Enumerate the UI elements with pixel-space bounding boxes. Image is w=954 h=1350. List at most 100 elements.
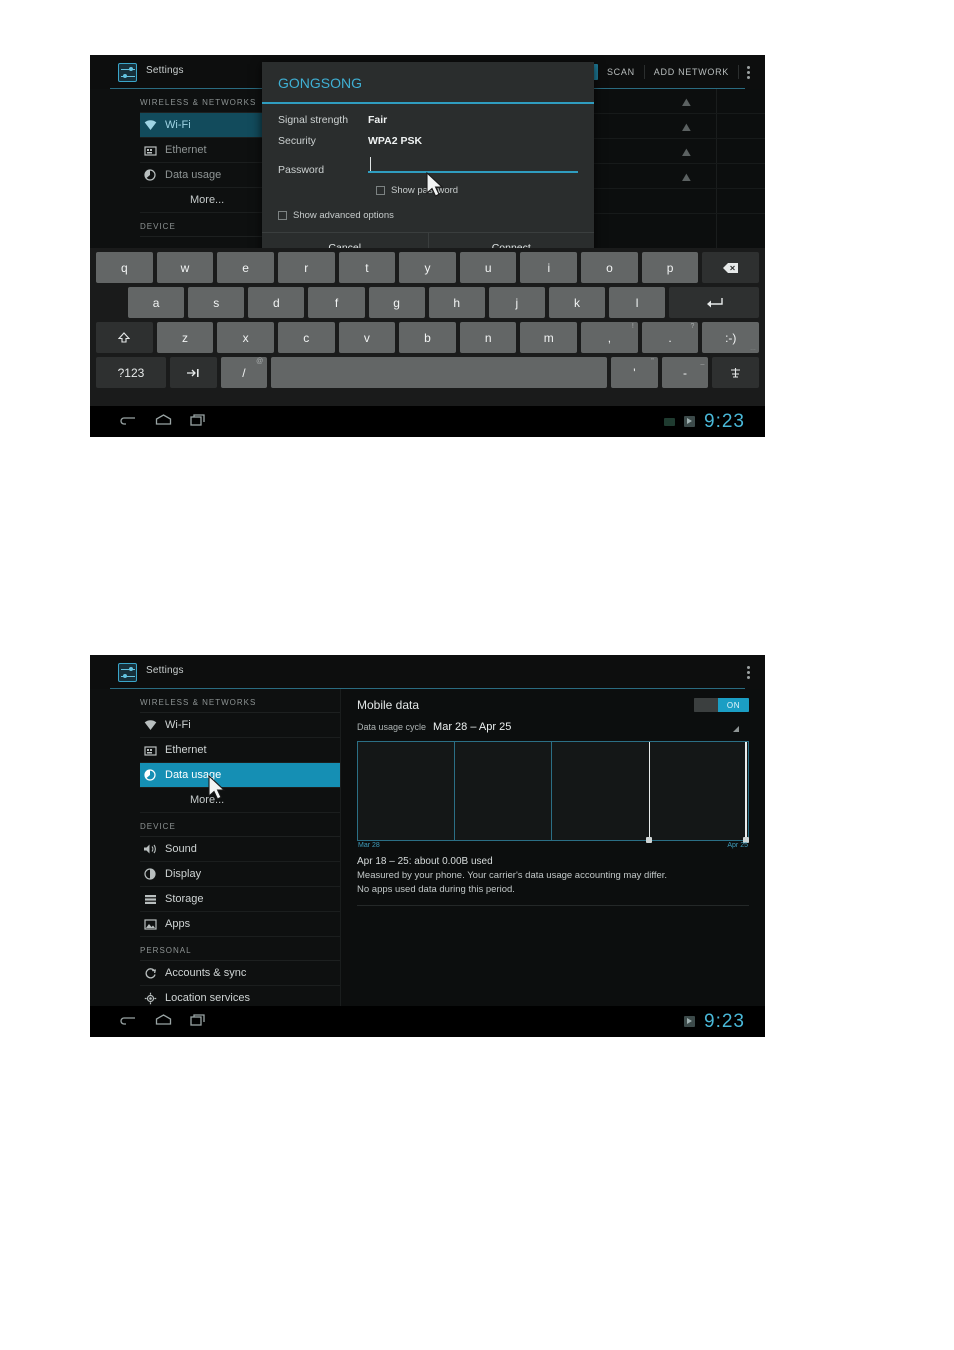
sidebar-item-sound[interactable]: Sound bbox=[140, 837, 340, 862]
back-icon[interactable] bbox=[120, 413, 137, 431]
status-clock: 9:23 bbox=[704, 410, 745, 432]
nav-buttons bbox=[90, 1013, 207, 1031]
home-icon[interactable] bbox=[155, 1013, 172, 1031]
sidebar-item-accounts-sync[interactable]: Accounts & sync bbox=[140, 961, 340, 986]
key-q[interactable]: q bbox=[96, 252, 153, 283]
data-usage-cycle-row[interactable]: Data usage cycle Mar 28 – Apr 25 bbox=[357, 721, 749, 733]
apps-icon bbox=[140, 918, 160, 930]
key-h[interactable]: h bbox=[428, 287, 485, 318]
key-a[interactable]: a bbox=[128, 287, 185, 318]
axis-label-end: Apr 25 bbox=[727, 842, 748, 849]
key-x[interactable]: x bbox=[217, 322, 274, 353]
show-password-checkbox[interactable] bbox=[376, 186, 385, 195]
key-r[interactable]: r bbox=[277, 252, 335, 283]
language-switch-key[interactable] bbox=[712, 357, 759, 388]
sidebar-item-label: Sound bbox=[165, 843, 197, 855]
key-comma-alt: ! bbox=[631, 323, 634, 330]
enter-key[interactable] bbox=[669, 287, 759, 318]
password-input[interactable] bbox=[368, 156, 578, 173]
backspace-key[interactable] bbox=[702, 252, 760, 283]
key-d[interactable]: d bbox=[248, 287, 305, 318]
chart-axis-labels: Mar 28 Apr 25 bbox=[357, 841, 749, 853]
key-c[interactable]: c bbox=[277, 322, 335, 353]
security-row: Security WPA2 PSK bbox=[278, 135, 578, 147]
key-b[interactable]: b bbox=[399, 322, 456, 353]
key-p[interactable]: p bbox=[641, 252, 699, 283]
key-s[interactable]: s bbox=[188, 287, 245, 318]
sim-icon bbox=[664, 417, 676, 426]
sidebar-item-more[interactable]: More... bbox=[140, 788, 340, 813]
key-i[interactable]: i bbox=[520, 252, 578, 283]
key-f[interactable]: f bbox=[308, 287, 365, 318]
key-comma[interactable]: ! , bbox=[581, 322, 638, 353]
key-apostrophe[interactable]: " ' bbox=[611, 357, 658, 388]
key-u[interactable]: u bbox=[459, 252, 517, 283]
tab-key[interactable] bbox=[169, 357, 217, 388]
key-v[interactable]: v bbox=[338, 322, 396, 353]
key-k[interactable]: k bbox=[548, 287, 606, 318]
key-j[interactable]: j bbox=[488, 287, 545, 318]
key-n[interactable]: n bbox=[459, 322, 517, 353]
sidebar-item-ethernet[interactable]: Ethernet bbox=[140, 738, 340, 763]
show-advanced-row[interactable]: Show advanced options bbox=[278, 210, 578, 221]
sidebar-item-label: Apps bbox=[165, 918, 191, 930]
key-dash[interactable]: _ - bbox=[661, 357, 709, 388]
settings-app-icon bbox=[118, 663, 137, 682]
key-comma-label: , bbox=[607, 330, 612, 345]
back-icon[interactable] bbox=[120, 1013, 137, 1031]
key-w[interactable]: w bbox=[156, 252, 214, 283]
sidebar-item-display[interactable]: Display bbox=[140, 862, 340, 887]
key-y[interactable]: y bbox=[399, 252, 456, 283]
storage-icon bbox=[140, 894, 160, 905]
data-usage-chart bbox=[357, 741, 749, 843]
show-advanced-checkbox[interactable] bbox=[278, 211, 287, 220]
settings-sidebar: WIRELESS & NETWORKS Wi-Fi Ethernet Data … bbox=[90, 689, 340, 1037]
sidebar-group-personal: PERSONAL bbox=[140, 937, 340, 961]
sidebar-item-label: Display bbox=[165, 868, 202, 880]
sidebar-item-label: More... bbox=[190, 194, 225, 206]
recents-icon[interactable] bbox=[190, 1013, 207, 1031]
sidebar-item-storage[interactable]: Storage bbox=[140, 887, 340, 912]
symbols-key[interactable]: ?123 bbox=[96, 357, 166, 388]
sidebar-item-data-usage[interactable]: Data usage bbox=[140, 763, 340, 788]
key-m[interactable]: m bbox=[520, 322, 578, 353]
key-slash[interactable]: @ / bbox=[220, 357, 268, 388]
security-value: WPA2 PSK bbox=[368, 135, 423, 147]
mobile-data-toggle[interactable]: ON bbox=[694, 698, 749, 712]
shift-key[interactable] bbox=[96, 322, 153, 353]
key-z[interactable]: z bbox=[156, 322, 214, 353]
recents-icon[interactable] bbox=[190, 413, 207, 431]
key-o[interactable]: o bbox=[581, 252, 638, 283]
system-navigation-bar: 9:23 bbox=[90, 1006, 765, 1037]
emoji-key[interactable]: :-) … bbox=[702, 322, 760, 353]
keyboard-row-4: ?123 @ / " ' _ - bbox=[96, 357, 759, 388]
home-icon[interactable] bbox=[155, 413, 172, 431]
key-g[interactable]: g bbox=[368, 287, 425, 318]
sidebar-item-apps[interactable]: Apps bbox=[140, 912, 340, 937]
scan-button[interactable]: SCAN bbox=[598, 64, 644, 80]
key-l[interactable]: l bbox=[609, 287, 666, 318]
sidebar-item-label: Wi-Fi bbox=[165, 719, 191, 731]
shift-icon bbox=[118, 331, 131, 343]
space-key[interactable] bbox=[271, 357, 608, 388]
key-t[interactable]: t bbox=[338, 252, 396, 283]
app-title: Settings bbox=[146, 65, 184, 76]
overflow-menu-icon[interactable] bbox=[739, 663, 757, 681]
document-page: Settings ON SCAN ADD NETWORK WIRELESS & … bbox=[0, 0, 954, 1350]
chart-range-handle-end[interactable] bbox=[743, 742, 748, 843]
show-advanced-label: Show advanced options bbox=[293, 210, 394, 221]
advanced-options-row[interactable]: Show advanced options bbox=[262, 202, 594, 232]
key-period[interactable]: ? . bbox=[641, 322, 699, 353]
wifi-icon bbox=[140, 719, 160, 731]
overflow-menu-icon[interactable] bbox=[739, 63, 757, 81]
chart-range-handle-start[interactable] bbox=[646, 742, 652, 843]
dropdown-caret-icon[interactable] bbox=[733, 726, 739, 732]
toggle-knob bbox=[694, 698, 718, 712]
add-network-button[interactable]: ADD NETWORK bbox=[645, 64, 738, 80]
sidebar-item-wi-fi[interactable]: Wi-Fi bbox=[140, 713, 340, 738]
key-apostrophe-label: ' bbox=[633, 365, 636, 380]
data-usage-icon bbox=[140, 169, 160, 181]
key-e[interactable]: e bbox=[217, 252, 274, 283]
cycle-value: Mar 28 – Apr 25 bbox=[433, 721, 512, 733]
key-dash-alt: _ bbox=[700, 358, 705, 365]
